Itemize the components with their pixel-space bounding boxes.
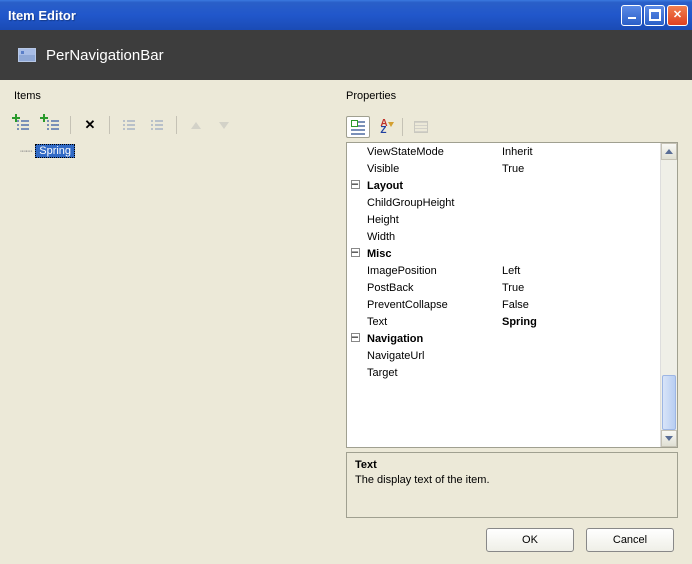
scroll-thumb[interactable]	[662, 375, 676, 430]
property-value[interactable]: True	[498, 282, 660, 294]
property-value[interactable]: Spring	[498, 316, 660, 328]
property-row[interactable]: Width	[347, 228, 660, 245]
property-pages-button	[409, 116, 433, 138]
property-row[interactable]: ViewStateModeInherit	[347, 143, 660, 160]
toolbar-separator	[70, 116, 71, 134]
alphabetical-view-button[interactable]: AZ	[372, 116, 396, 138]
dialog-button-row: OK Cancel	[14, 528, 678, 552]
move-down-button	[215, 116, 233, 134]
tree-item-label[interactable]: Spring	[35, 144, 75, 158]
property-category-row[interactable]: −Misc	[347, 245, 660, 262]
property-name: Misc	[363, 248, 498, 260]
ok-button[interactable]: OK	[486, 528, 574, 552]
outdent-button	[120, 116, 138, 134]
property-description-body: The display text of the item.	[355, 474, 669, 486]
property-description-title: Text	[355, 459, 669, 471]
collapse-toggle[interactable]: −	[351, 180, 360, 189]
property-name: PostBack	[363, 282, 498, 294]
editor-header: PerNavigationBar	[0, 30, 692, 80]
toolbar-separator	[402, 118, 403, 136]
property-name: Navigation	[363, 333, 498, 345]
window-titlebar: Item Editor	[0, 0, 692, 30]
property-value[interactable]: Inherit	[498, 146, 660, 158]
items-tree[interactable]: ┈┈ Spring	[14, 142, 336, 518]
property-row[interactable]: ImagePositionLeft	[347, 262, 660, 279]
property-name: NavigateUrl	[363, 350, 498, 362]
close-button[interactable]	[667, 5, 688, 26]
items-panel: Items ✕ ┈┈ Spring	[14, 90, 336, 518]
navigationbar-icon	[18, 48, 36, 62]
property-value[interactable]: False	[498, 299, 660, 311]
property-value[interactable]: True	[498, 163, 660, 175]
property-name: ViewStateMode	[363, 146, 498, 158]
minimize-button[interactable]	[621, 5, 642, 26]
scroll-down-button[interactable]	[661, 430, 677, 447]
toolbar-separator	[176, 116, 177, 134]
collapse-toggle[interactable]: −	[351, 333, 360, 342]
property-grid-scrollbar[interactable]	[660, 143, 677, 447]
tree-item[interactable]: ┈┈ Spring	[20, 144, 330, 158]
editor-header-title: PerNavigationBar	[46, 47, 164, 64]
properties-toolbar: AZ	[346, 116, 678, 138]
items-toolbar: ✕	[14, 116, 336, 134]
indent-button	[148, 116, 166, 134]
property-description: Text The display text of the item.	[346, 452, 678, 518]
property-value[interactable]: Left	[498, 265, 660, 277]
property-name: ChildGroupHeight	[363, 197, 498, 209]
items-panel-label: Items	[14, 90, 336, 102]
scroll-up-button[interactable]	[661, 143, 677, 160]
property-row[interactable]: Target	[347, 364, 660, 381]
property-row[interactable]: PreventCollapseFalse	[347, 296, 660, 313]
property-name: Layout	[363, 180, 498, 192]
categorized-view-button[interactable]	[346, 116, 370, 138]
property-name: ImagePosition	[363, 265, 498, 277]
toolbar-separator	[109, 116, 110, 134]
properties-panel: Properties AZ ViewStateModeInheritVisibl…	[346, 90, 678, 518]
move-up-button	[187, 116, 205, 134]
property-row[interactable]: NavigateUrl	[347, 347, 660, 364]
collapse-toggle[interactable]: −	[351, 248, 360, 257]
property-row[interactable]: PostBackTrue	[347, 279, 660, 296]
property-name: Visible	[363, 163, 498, 175]
delete-item-button[interactable]: ✕	[81, 116, 99, 134]
property-name: Height	[363, 214, 498, 226]
window-control-buttons	[621, 5, 688, 26]
property-row[interactable]: ChildGroupHeight	[347, 194, 660, 211]
property-row[interactable]: TextSpring	[347, 313, 660, 330]
property-row[interactable]: Height	[347, 211, 660, 228]
property-grid[interactable]: ViewStateModeInheritVisibleTrue−LayoutCh…	[346, 142, 678, 448]
add-child-item-button[interactable]	[42, 116, 60, 134]
scroll-track[interactable]	[661, 160, 677, 430]
maximize-button[interactable]	[644, 5, 665, 26]
property-name: Text	[363, 316, 498, 328]
property-row[interactable]: VisibleTrue	[347, 160, 660, 177]
property-name: Width	[363, 231, 498, 243]
add-root-item-button[interactable]	[14, 116, 32, 134]
property-name: Target	[363, 367, 498, 379]
property-name: PreventCollapse	[363, 299, 498, 311]
tree-connector: ┈┈	[20, 145, 31, 158]
property-category-row[interactable]: −Layout	[347, 177, 660, 194]
cancel-button[interactable]: Cancel	[586, 528, 674, 552]
property-category-row[interactable]: −Navigation	[347, 330, 660, 347]
properties-panel-label: Properties	[346, 90, 678, 102]
window-title: Item Editor	[8, 8, 621, 23]
